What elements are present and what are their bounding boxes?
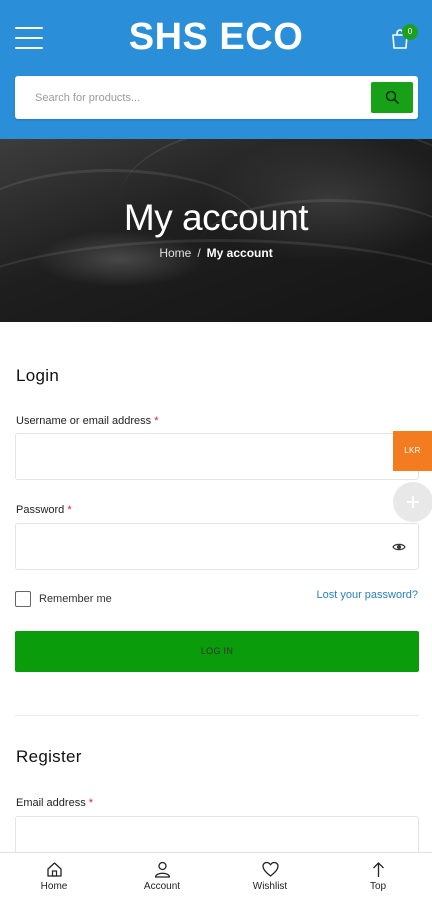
site-logo[interactable]: SHS ECO bbox=[0, 16, 432, 59]
password-field[interactable] bbox=[15, 523, 419, 570]
username-field[interactable] bbox=[15, 433, 419, 480]
arrow-up-icon bbox=[373, 862, 384, 877]
remember-me-checkbox[interactable] bbox=[15, 591, 31, 607]
bottom-navigation: Home Account Wishlist Top bbox=[0, 852, 432, 900]
nav-home[interactable]: Home bbox=[0, 853, 108, 900]
username-input[interactable] bbox=[16, 434, 418, 479]
cart-button[interactable]: 0 bbox=[388, 24, 418, 51]
required-mark: * bbox=[67, 504, 72, 516]
heart-icon bbox=[262, 861, 279, 877]
breadcrumb-separator: / bbox=[197, 246, 201, 260]
nav-wishlist[interactable]: Wishlist bbox=[216, 853, 324, 900]
menu-icon[interactable] bbox=[15, 27, 43, 49]
remember-me-label: Remember me bbox=[39, 593, 112, 605]
plus-icon bbox=[407, 496, 419, 508]
login-button[interactable]: LOG IN bbox=[15, 631, 419, 672]
section-divider bbox=[15, 715, 419, 716]
search-button[interactable] bbox=[371, 82, 413, 113]
search-icon bbox=[385, 90, 399, 104]
search-input[interactable] bbox=[15, 76, 365, 119]
search-bar bbox=[15, 76, 418, 119]
currency-switcher[interactable]: LKR bbox=[393, 431, 432, 471]
cart-count-badge: 0 bbox=[402, 24, 418, 40]
nav-top[interactable]: Top bbox=[324, 853, 432, 900]
floating-plus-button[interactable] bbox=[393, 482, 432, 522]
top-header: SHS ECO 0 bbox=[0, 0, 432, 139]
breadcrumb: Home / My account bbox=[0, 246, 432, 260]
home-icon bbox=[47, 862, 62, 877]
breadcrumb-home-link[interactable]: Home bbox=[159, 246, 191, 260]
user-icon bbox=[154, 861, 171, 878]
nav-account[interactable]: Account bbox=[108, 853, 216, 900]
password-input[interactable] bbox=[16, 524, 418, 569]
login-heading: Login bbox=[16, 366, 60, 385]
username-label: Username or email address * bbox=[16, 415, 159, 427]
page-hero-banner: My account Home / My account bbox=[0, 139, 432, 322]
password-label: Password * bbox=[16, 504, 72, 516]
breadcrumb-current: My account bbox=[206, 246, 273, 260]
nav-home-label: Home bbox=[40, 881, 68, 892]
nav-account-label: Account bbox=[143, 881, 181, 892]
remember-me-option[interactable]: Remember me bbox=[15, 591, 112, 607]
required-mark: * bbox=[154, 415, 159, 427]
register-heading: Register bbox=[16, 747, 82, 766]
required-mark: * bbox=[88, 797, 94, 809]
lost-password-link[interactable]: Lost your password? bbox=[317, 589, 419, 601]
nav-wishlist-label: Wishlist bbox=[252, 881, 288, 892]
show-password-eye-icon[interactable] bbox=[392, 540, 406, 554]
email-label: Email address * bbox=[16, 797, 94, 809]
nav-top-label: Top bbox=[369, 881, 387, 892]
page-title: My account bbox=[123, 197, 309, 238]
